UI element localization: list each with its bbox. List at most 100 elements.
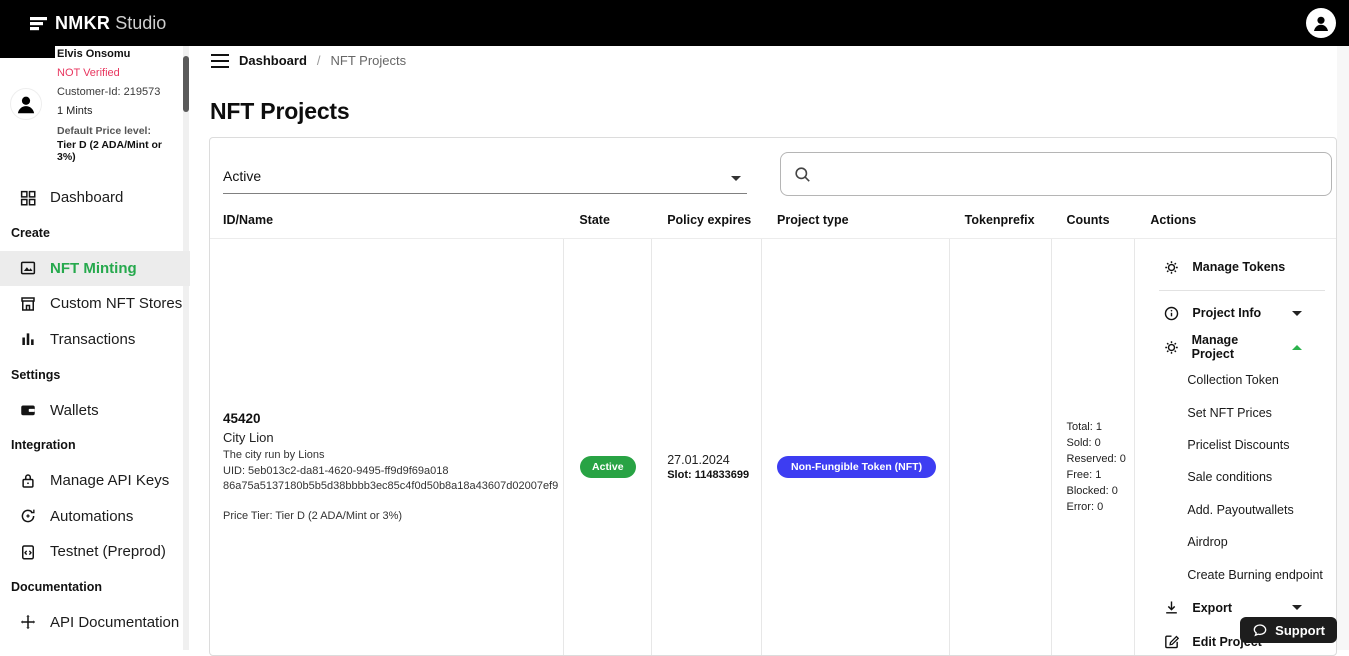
project-price-tier: Price Tier: Tier D (2 ADA/Mint or 3%) [223, 510, 563, 522]
sidebar-item-dashboard[interactable]: Dashboard [0, 180, 190, 215]
info-icon [1162, 305, 1180, 322]
project-description: The city run by Lions [223, 449, 563, 461]
hamburger-menu-icon[interactable] [211, 52, 229, 68]
sidebar-item-automations[interactable]: Automations [0, 499, 190, 534]
price-level-label: Default Price level: [57, 125, 183, 137]
project-info-menu[interactable]: Project Info [1135, 296, 1336, 330]
support-label: Support [1275, 623, 1325, 638]
status-filter-value: Active [223, 168, 261, 184]
status-badge: Active [580, 456, 636, 478]
account-avatar-button[interactable] [1306, 8, 1336, 38]
support-button[interactable]: Support [1240, 617, 1337, 643]
sidebar-item-api-documentation[interactable]: API Documentation [0, 605, 190, 640]
breadcrumb-dashboard[interactable]: Dashboard [239, 53, 307, 68]
submenu-create-burning-endpoint[interactable]: Create Burning endpoint [1135, 558, 1336, 590]
sidebar-item-label: Transactions [50, 331, 135, 348]
verification-status[interactable]: NOT Verified [57, 67, 183, 79]
search-box [780, 152, 1332, 196]
column-header-state: State [564, 201, 652, 238]
column-header-tokenprefix: Tokenprefix [950, 201, 1052, 238]
project-type-badge: Non-Fungible Token (NFT) [777, 456, 936, 478]
download-icon [1162, 599, 1180, 616]
topbar: NMKR Studio [0, 0, 1349, 46]
chevron-down-icon [1292, 311, 1302, 316]
sidebar-item-manage-api-keys[interactable]: Manage API Keys [0, 463, 190, 498]
policy-expiry-slot: Slot: 114833699 [667, 469, 761, 481]
status-filter-select[interactable]: Active [223, 152, 747, 194]
action-label: Project Info [1192, 306, 1261, 320]
column-header-actions: Actions [1135, 201, 1336, 238]
cell-state: Active [564, 239, 652, 656]
sidebar: Elvis Onsomu NOT Verified Customer-Id: 2… [0, 46, 207, 650]
customer-id: Customer-Id: 219573 [57, 86, 183, 98]
cell-counts: Total: 1 Sold: 0 Reserved: 0 Free: 1 Blo… [1052, 239, 1136, 656]
sidebar-item-label: Testnet (Preprod) [50, 543, 166, 560]
submenu-pricelist-discounts[interactable]: Pricelist Discounts [1135, 429, 1336, 461]
sync-icon [18, 507, 37, 525]
sidebar-item-label: Dashboard [50, 189, 123, 206]
project-policy-id: 86a75a5137180b5b5d38bbbb3ec85c4f0d50b8a1… [223, 480, 563, 492]
sidebar-item-testnet-preprod[interactable]: Testnet (Preprod) [0, 534, 190, 569]
projects-card: Active ID/Name State Policy expires Proj… [209, 137, 1337, 656]
count-total: Total: 1 [1067, 419, 1135, 435]
sidebar-item-label: API Documentation [50, 614, 179, 631]
sidebar-section-settings: Settings [0, 357, 190, 392]
mints-count: 1 Mints [57, 105, 183, 117]
sidebar-item-label: Automations [50, 508, 133, 525]
brand-primary: NMKR [55, 13, 110, 34]
gear-icon [1162, 259, 1180, 276]
sidebar-item-transactions[interactable]: Transactions [0, 322, 190, 357]
user-avatar [10, 88, 42, 120]
project-id: 45420 [223, 411, 563, 426]
column-header-id-name: ID/Name [210, 201, 564, 238]
actions-divider [1159, 290, 1325, 291]
submenu-airdrop[interactable]: Airdrop [1135, 526, 1336, 558]
submenu-add-payoutwallets[interactable]: Add. Payoutwallets [1135, 494, 1336, 526]
sidebar-section-integration: Integration [0, 428, 190, 463]
count-sold: Sold: 0 [1067, 435, 1135, 451]
submenu-set-nft-prices[interactable]: Set NFT Prices [1135, 396, 1336, 428]
cell-id-name: 45420 City Lion The city run by Lions UI… [210, 239, 564, 656]
column-header-policy-expires: Policy expires [652, 201, 762, 238]
page-title: NFT Projects [210, 98, 349, 125]
sidebar-item-wallets[interactable]: Wallets [0, 392, 190, 427]
search-icon [793, 165, 812, 184]
manage-tokens-button[interactable]: Manage Tokens [1135, 249, 1336, 285]
chevron-down-icon [731, 176, 741, 181]
lock-icon [18, 472, 37, 490]
submenu-collection-token[interactable]: Collection Token [1135, 364, 1336, 396]
sidebar-item-label: NFT Minting [50, 260, 137, 277]
sidebar-scrollbar-thumb[interactable] [183, 56, 189, 112]
project-name: City Lion [223, 430, 563, 445]
manage-project-menu[interactable]: Manage Project [1135, 330, 1336, 364]
column-header-counts: Counts [1051, 201, 1135, 238]
chevron-down-icon [1292, 605, 1302, 610]
sidebar-item-custom-nft-stores[interactable]: Custom NFT Stores [0, 286, 190, 321]
chevron-up-icon [1292, 345, 1302, 350]
gear-icon [1162, 339, 1179, 356]
project-uid: UID: 5eb013c2-da81-4620-9495-ff9d9f69a01… [223, 465, 563, 477]
sidebar-item-nft-minting[interactable]: NFT Minting [0, 251, 190, 286]
brand: NMKR Studio [30, 13, 166, 34]
wallet-icon [18, 401, 37, 419]
storefront-icon [18, 295, 37, 313]
count-blocked: Blocked: 0 [1067, 483, 1135, 499]
user-name: Elvis Onsomu [57, 48, 183, 60]
action-label: Manage Tokens [1192, 260, 1285, 274]
column-header-project-type: Project type [762, 201, 950, 238]
sidebar-section-create: Create [0, 215, 190, 250]
dashboard-grid-icon [18, 189, 37, 207]
sidebar-item-label: Manage API Keys [50, 472, 169, 489]
breadcrumb: Dashboard / NFT Projects [211, 52, 406, 68]
submenu-sale-conditions[interactable]: Sale conditions [1135, 461, 1336, 493]
breadcrumb-separator: / [317, 53, 321, 68]
cell-actions: Manage Tokens Project Info [1135, 239, 1336, 656]
cell-tokenprefix [950, 239, 1052, 656]
bar-chart-icon [18, 330, 37, 348]
price-level-value: Tier D (2 ADA/Mint or 3%) [57, 139, 183, 163]
cell-policy-expires: 27.01.2024 Slot: 114833699 [652, 239, 762, 656]
chat-bubble-icon [1252, 622, 1268, 638]
search-input[interactable] [820, 166, 1319, 182]
table-header: ID/Name State Policy expires Project typ… [210, 201, 1336, 238]
count-free: Free: 1 [1067, 467, 1135, 483]
